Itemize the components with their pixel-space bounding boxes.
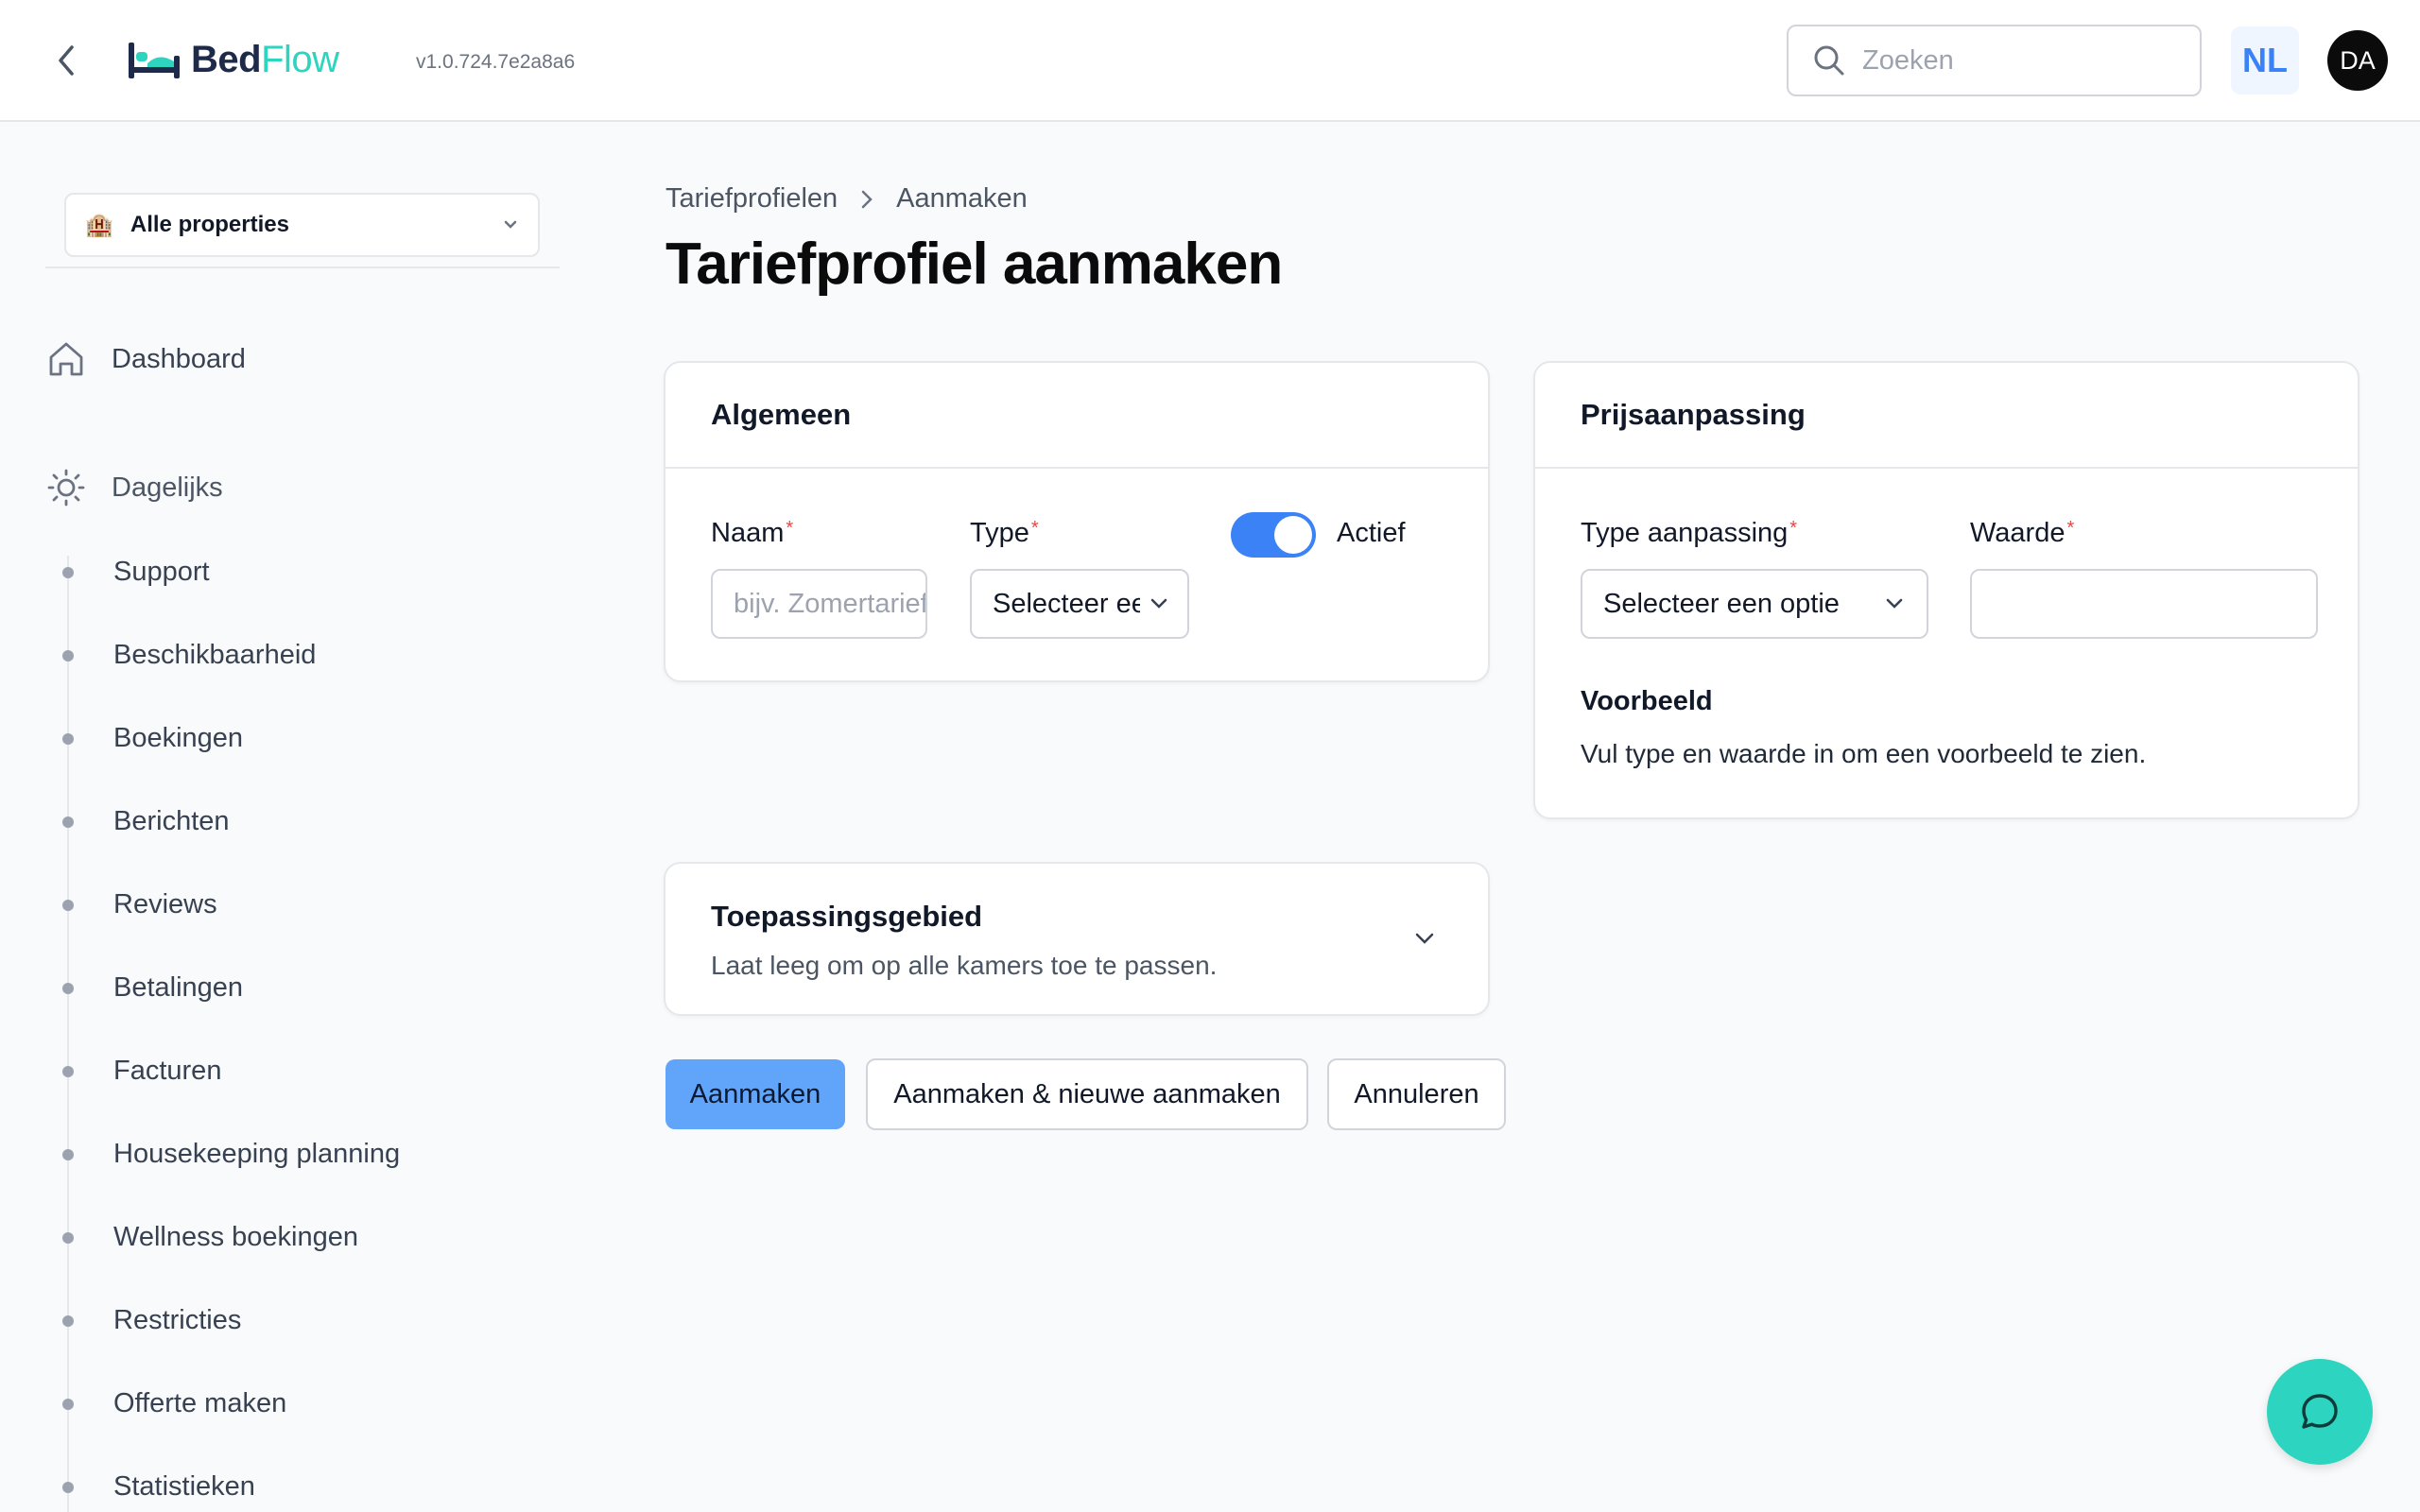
sidebar-item-label: Facturen: [113, 1056, 222, 1086]
scope-title: Toepassingsgebied: [711, 900, 983, 933]
general-card: Algemeen Naam * bijv. Zomertarief Type * S…: [664, 361, 1490, 682]
app-logo[interactable]: BedFlow: [127, 36, 339, 83]
sidebar-item-housekeeping[interactable]: Housekeeping planning: [0, 1125, 567, 1182]
chat-bubble-icon: [2302, 1394, 2338, 1429]
logo-text-flow: Flow: [261, 38, 339, 80]
sidebar-item-statistics[interactable]: Statistieken: [0, 1458, 567, 1512]
search-placeholder: Zoeken: [1862, 44, 1954, 76]
sidebar-tree-line: [67, 556, 69, 1512]
name-placeholder: bijv. Zomertarief: [734, 588, 927, 619]
sidebar-section-label: Dagelijks: [112, 472, 223, 503]
sidebar-item-wellness[interactable]: Wellness boekingen: [0, 1209, 567, 1265]
chevron-left-icon: [59, 45, 74, 76]
app-version: v1.0.724.7e2a8a6: [416, 51, 576, 73]
logo-text-bed: Bed: [191, 38, 262, 80]
value-label: Waarde *: [1970, 518, 2075, 548]
search-icon: [1814, 45, 1844, 76]
sidebar-item-label: Housekeeping planning: [113, 1139, 401, 1169]
breadcrumb: Tariefprofielen Aanmaken: [666, 183, 1028, 215]
sidebar-item-label: Offerte maken: [113, 1388, 287, 1418]
name-input[interactable]: bijv. Zomertarief: [711, 569, 927, 639]
chevron-down-icon[interactable]: [1412, 930, 1437, 947]
name-label: Naam *: [711, 518, 794, 548]
sidebar-item-label: Beschikbaarheid: [113, 640, 317, 670]
sun-icon: [45, 467, 87, 508]
adjust-type-select[interactable]: Selecteer een optie: [1581, 569, 1928, 639]
scope-subtitle: Laat leeg om op alle kamers toe te passe…: [711, 951, 1218, 980]
type-select[interactable]: Selecteer een optie: [970, 569, 1189, 639]
sidebar-section-daily[interactable]: Dagelijks: [45, 467, 223, 508]
sidebar-item-invoices[interactable]: Facturen: [0, 1042, 567, 1099]
sidebar-item-label: Reviews: [113, 889, 217, 919]
adjust-type-label: Type aanpassing *: [1581, 518, 1798, 548]
type-select-value: Selecteer een optie: [993, 588, 1140, 619]
chevron-down-icon: [1150, 598, 1167, 609]
sidebar-divider: [45, 266, 560, 268]
sidebar-item-quote[interactable]: Offerte maken: [0, 1375, 567, 1432]
chevron-down-icon: [1886, 598, 1903, 609]
general-card-title: Algemeen: [666, 363, 1488, 469]
sidebar-item-label: Statistieken: [113, 1471, 255, 1502]
price-adjustment-card: Prijsaanpassing Type aanpassing * Selecte…: [1533, 361, 2360, 819]
sidebar-item-payments[interactable]: Betalingen: [0, 959, 567, 1016]
sidebar-item-messages[interactable]: Berichten: [0, 793, 567, 850]
sidebar-item-restrictions[interactable]: Restricties: [0, 1292, 567, 1349]
sidebar-item-label: Dashboard: [112, 343, 246, 374]
property-select-value: Alle properties: [130, 212, 289, 237]
preview-text: Vul type en waarde in om een voorbeeld t…: [1581, 739, 2147, 768]
create-and-new-button[interactable]: Aanmaken & nieuwe aanmaken: [866, 1058, 1308, 1130]
sidebar-item-label: Betalingen: [113, 972, 244, 1003]
chat-button[interactable]: [2267, 1359, 2373, 1465]
adjust-type-value: Selecteer een optie: [1603, 588, 1840, 619]
value-input[interactable]: [1970, 569, 2318, 639]
bed-icon: [129, 43, 180, 78]
price-card-title: Prijsaanpassing: [1535, 363, 2358, 469]
create-button[interactable]: Aanmaken: [666, 1059, 845, 1129]
sidebar-item-bookings[interactable]: Boekingen: [0, 710, 567, 766]
sidebar-item-label: Support: [113, 557, 210, 587]
property-select[interactable]: 🏨 Alle properties: [64, 193, 540, 257]
sidebar-item-availability[interactable]: Beschikbaarheid: [0, 627, 567, 683]
page-title: Tariefprofiel aanmaken: [666, 232, 1283, 297]
user-avatar[interactable]: DA: [2327, 30, 2388, 91]
hotel-icon: 🏨: [85, 212, 113, 238]
breadcrumb-current: Aanmaken: [896, 183, 1028, 214]
active-label: Actief: [1337, 518, 1406, 548]
chevron-right-icon: [861, 190, 873, 208]
sidebar-item-reviews[interactable]: Reviews: [0, 876, 567, 933]
preview-title: Voorbeeld: [1581, 686, 1713, 716]
sidebar-item-dashboard[interactable]: Dashboard: [45, 338, 246, 380]
sidebar-item-label: Restricties: [113, 1305, 242, 1335]
sidebar-item-label: Wellness boekingen: [113, 1222, 359, 1252]
language-switcher[interactable]: NL: [2231, 26, 2299, 94]
back-button[interactable]: [47, 42, 85, 79]
sidebar-item-label: Berichten: [113, 806, 230, 836]
top-bar: BedFlow v1.0.724.7e2a8a6 Zoeken NL DA: [0, 0, 2420, 122]
type-label: Type *: [970, 518, 1039, 548]
home-icon: [45, 338, 87, 380]
chevron-down-icon: [504, 220, 517, 229]
sidebar-item-support[interactable]: Support: [0, 543, 567, 600]
scope-card[interactable]: Toepassingsgebied Laat leeg om op alle k…: [664, 862, 1490, 1016]
search-input[interactable]: Zoeken: [1787, 25, 2202, 96]
sidebar-item-label: Boekingen: [113, 723, 244, 753]
active-toggle[interactable]: [1231, 512, 1316, 558]
breadcrumb-parent[interactable]: Tariefprofielen: [666, 183, 838, 215]
cancel-button[interactable]: Annuleren: [1327, 1058, 1506, 1130]
